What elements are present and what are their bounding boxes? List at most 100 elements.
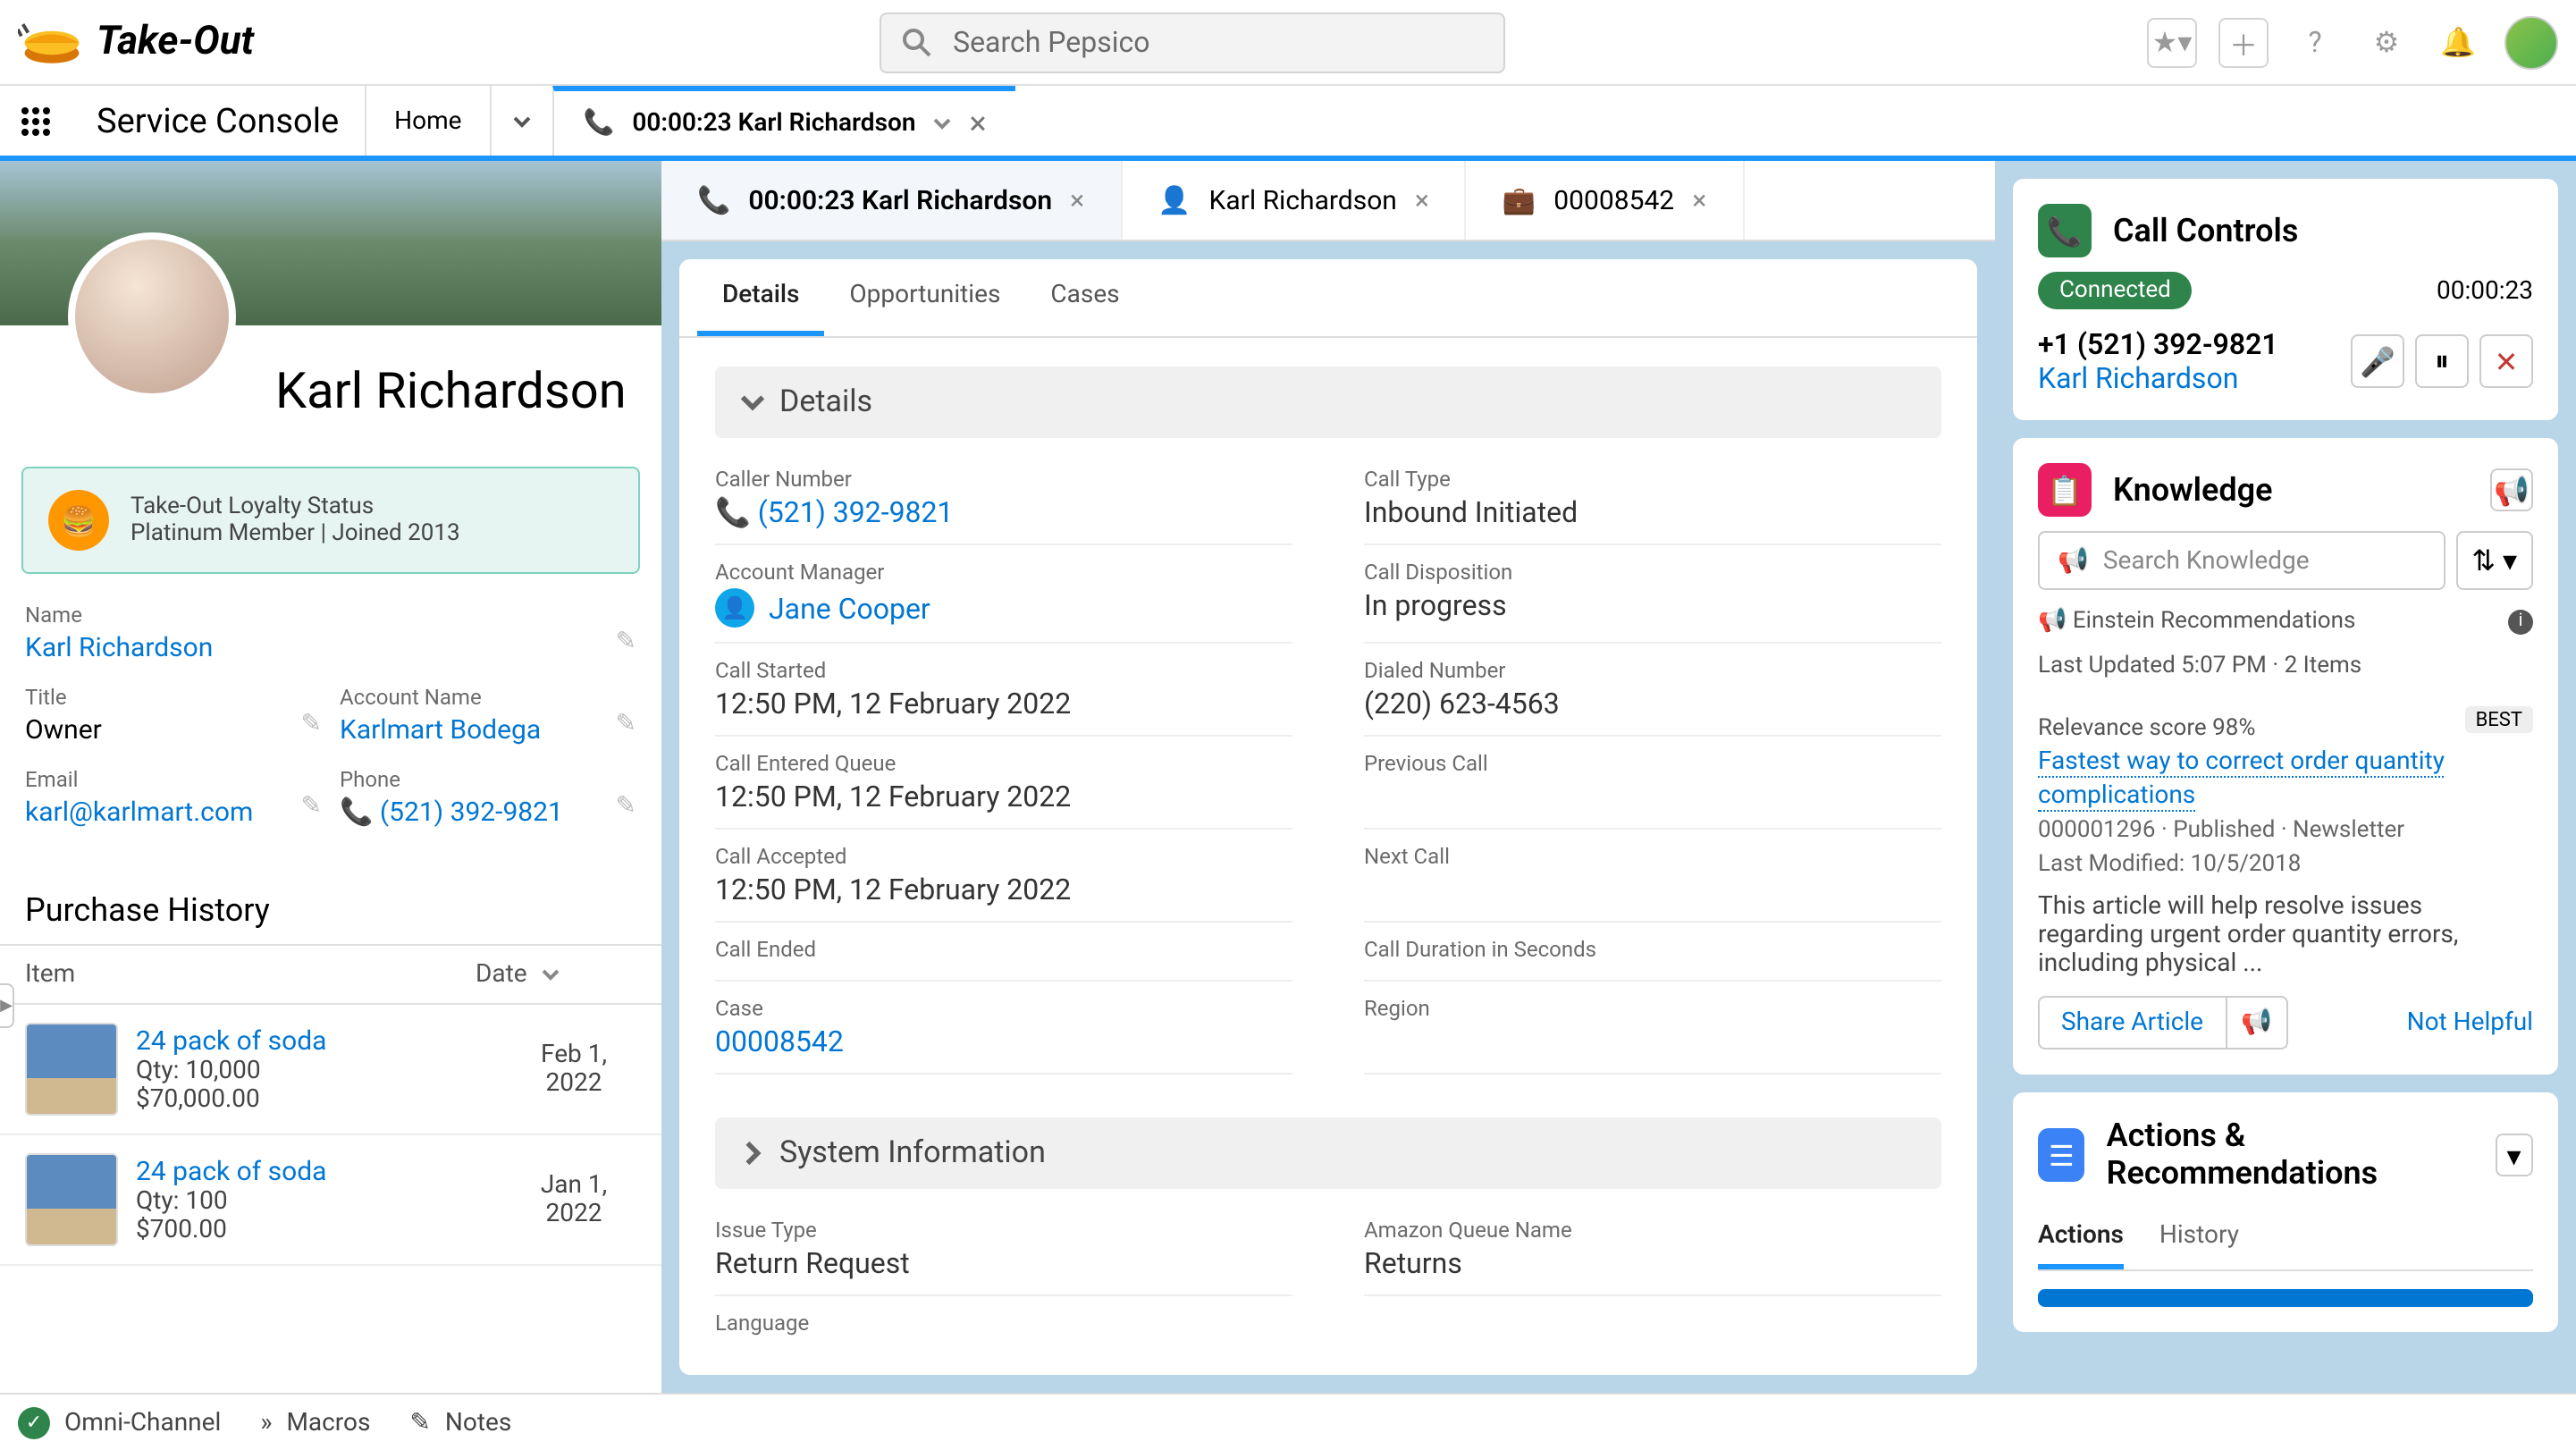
tab-cases[interactable]: Cases <box>1025 259 1144 336</box>
product-thumbnail <box>25 1023 118 1116</box>
announce-button[interactable]: 📢 <box>2490 468 2533 511</box>
phone-link[interactable]: (521) 392-9821 <box>380 796 563 828</box>
edit-icon[interactable]: ✎ <box>616 628 636 656</box>
share-dropdown-icon[interactable]: 📢 <box>2225 998 2286 1048</box>
purchase-row: 24 pack of soda Qty: 10,000 $70,000.00 F… <box>0 1005 661 1135</box>
product-thumbnail <box>25 1153 118 1246</box>
product-link[interactable]: 24 pack of soda <box>136 1155 327 1187</box>
edit-icon[interactable]: ✎ <box>301 710 322 738</box>
close-icon[interactable]: × <box>1070 184 1084 216</box>
not-helpful-link[interactable]: Not Helpful <box>2407 1008 2533 1037</box>
status-badge: Connected <box>2038 272 2193 309</box>
phone-icon: 📞 <box>715 495 751 529</box>
phone-icon: 📞 <box>340 796 373 828</box>
section-details-header[interactable]: Details <box>715 367 1941 438</box>
check-icon: ✓ <box>18 1406 50 1438</box>
subtab-case[interactable]: 💼 00008542 × <box>1467 161 1744 240</box>
customer-avatar <box>68 232 236 400</box>
knowledge-search-input[interactable]: 📢 Search Knowledge <box>2038 531 2445 590</box>
purchase-history-title: Purchase History <box>25 892 636 930</box>
chevron-down-icon[interactable] <box>933 114 951 132</box>
subtab-contact[interactable]: 👤 Karl Richardson × <box>1122 161 1467 240</box>
search-icon <box>903 28 931 56</box>
tab-opportunities[interactable]: Opportunities <box>824 259 1025 336</box>
share-article-button[interactable]: Share Article 📢 <box>2038 996 2288 1050</box>
chevron-down-icon <box>542 965 560 983</box>
date-column-sort[interactable]: Date <box>476 960 636 989</box>
customer-name: Karl Richardson <box>275 361 661 420</box>
actions-panel: ☰ Actions & Recommendations ▾ Actions Hi… <box>2013 1092 2558 1332</box>
loyalty-badge-icon: 🍔 <box>48 490 109 551</box>
edit-icon[interactable]: ✎ <box>301 792 322 821</box>
utility-bar: ✓Omni-Channel »Macros ✎Notes <box>0 1393 2576 1450</box>
call-timer: 00:00:23 <box>2437 276 2533 305</box>
macros-button[interactable]: »Macros <box>260 1408 370 1437</box>
case-link[interactable]: 00008542 <box>715 1024 844 1058</box>
close-tab-icon[interactable]: × <box>969 105 986 142</box>
edit-icon[interactable]: ✎ <box>616 710 636 738</box>
close-icon[interactable]: × <box>1415 184 1429 216</box>
chevron-down-icon <box>514 112 532 130</box>
help-icon[interactable]: ? <box>2290 17 2340 67</box>
actions-menu-button[interactable]: ▾ <box>2495 1134 2533 1176</box>
expand-handle[interactable]: ▶ <box>0 983 14 1028</box>
app-tabbar: Service Console Home 📞 00:00:23 Karl Ric… <box>0 86 2576 161</box>
user-avatar-icon: 👤 <box>715 588 754 628</box>
center-column: 📞 00:00:23 Karl Richardson × 👤 Karl Rich… <box>661 161 1995 1393</box>
info-icon[interactable]: i <box>2508 609 2533 634</box>
favorites-button[interactable]: ★▾ <box>2147 17 2197 67</box>
customer-sidebar: Karl Richardson 🍔 Take-Out Loyalty Statu… <box>0 161 661 1393</box>
phone-icon: 📞 <box>697 184 730 216</box>
global-search[interactable]: Search Pepsico <box>880 12 1505 72</box>
phone-icon: 📞 <box>584 109 615 138</box>
knowledge-sort-button[interactable]: ⇅ ▾ <box>2455 531 2533 590</box>
account-manager-link[interactable]: Jane Cooper <box>769 591 930 625</box>
loyalty-card: 🍔 Take-Out Loyalty Status Platinum Membe… <box>21 467 640 574</box>
knowledge-panel: 📋 Knowledge 📢 📢 Search Knowledge ⇅ ▾ 📢 E… <box>2013 438 2558 1075</box>
hold-button[interactable]: ⏸ <box>2415 334 2469 388</box>
user-avatar[interactable] <box>2504 15 2558 69</box>
account-link[interactable]: Karlmart Bodega <box>340 713 541 746</box>
mute-button[interactable]: 🎤 <box>2351 334 2404 388</box>
notes-button[interactable]: ✎Notes <box>409 1408 511 1437</box>
action-item[interactable] <box>2038 1289 2533 1307</box>
tab-details[interactable]: Details <box>697 259 824 336</box>
end-call-button[interactable]: ✕ <box>2479 334 2533 388</box>
contact-icon: 👤 <box>1158 184 1191 216</box>
setup-gear-icon[interactable]: ⚙ <box>2361 17 2412 67</box>
announce-icon: 📢 <box>2058 546 2089 575</box>
case-icon: 💼 <box>1503 184 1536 216</box>
global-header: Take-Out Search Pepsico ★▾ ＋ ? ⚙ 🔔 <box>0 0 2576 86</box>
app-launcher-icon[interactable] <box>0 86 72 156</box>
section-sysinfo-header[interactable]: System Information <box>715 1117 1941 1189</box>
article-link[interactable]: Fastest way to correct order quantity co… <box>2038 747 2445 812</box>
tab-dropdown[interactable] <box>491 86 553 156</box>
close-icon[interactable]: × <box>1692 184 1706 216</box>
tab-home[interactable]: Home <box>364 86 490 156</box>
caller-link[interactable]: Karl Richardson <box>2038 361 2238 395</box>
macros-icon: » <box>260 1408 272 1437</box>
field-label: Name <box>25 603 593 628</box>
edit-icon[interactable]: ✎ <box>616 792 636 821</box>
phone-panel-icon: 📞 <box>2038 204 2092 257</box>
tab-active-call[interactable]: 📞 00:00:23 Karl Richardson × <box>553 86 1015 156</box>
email-link[interactable]: karl@karlmart.com <box>25 796 253 828</box>
actions-icon: ☰ <box>2038 1128 2085 1182</box>
chevron-down-icon <box>740 390 765 415</box>
best-badge: BEST <box>2465 706 2533 733</box>
subtab-call[interactable]: 📞 00:00:23 Karl Richardson × <box>661 161 1122 240</box>
purchase-row: 24 pack of soda Qty: 100 $700.00 Jan 1, … <box>0 1135 661 1266</box>
notifications-bell-icon[interactable]: 🔔 <box>2433 17 2483 67</box>
workspace-subtabs: 📞 00:00:23 Karl Richardson × 👤 Karl Rich… <box>661 161 1995 241</box>
omni-channel-button[interactable]: ✓Omni-Channel <box>18 1406 221 1438</box>
brand-logo: Take-Out <box>18 17 254 67</box>
add-button[interactable]: ＋ <box>2218 17 2269 67</box>
tab-actions[interactable]: Actions <box>2038 1207 2124 1269</box>
call-controls-panel: 📞 Call Controls Connected 00:00:23 +1 (5… <box>2013 179 2558 420</box>
caller-number-link[interactable]: (521) 392-9821 <box>758 495 954 529</box>
right-column: 📞 Call Controls Connected 00:00:23 +1 (5… <box>1995 161 2576 1393</box>
customer-name-link[interactable]: Karl Richardson <box>25 631 213 663</box>
product-link[interactable]: 24 pack of soda <box>136 1024 327 1057</box>
notes-icon: ✎ <box>409 1408 430 1437</box>
tab-history[interactable]: History <box>2159 1207 2239 1269</box>
